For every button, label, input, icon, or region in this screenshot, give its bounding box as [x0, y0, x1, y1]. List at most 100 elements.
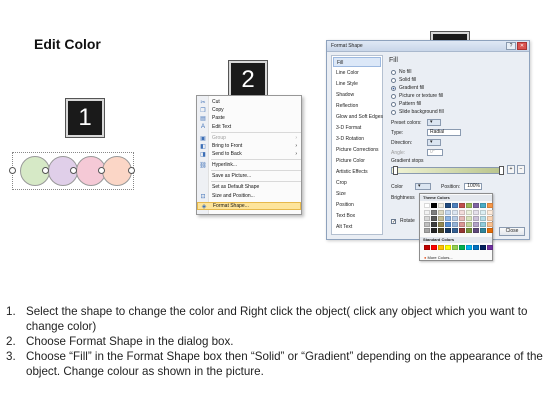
color-swatch[interactable]: [459, 245, 465, 250]
menu-item-size-and-position[interactable]: ⊡ Size and Position...: [197, 192, 301, 200]
color-swatch[interactable]: [466, 222, 472, 227]
more-colors-link[interactable]: ● More Colors...: [424, 255, 453, 260]
color-swatch[interactable]: [466, 210, 472, 215]
color-swatch[interactable]: [445, 203, 451, 208]
nav-item-artistic-effects[interactable]: Artistic Effects: [333, 167, 381, 177]
option-pattern-fill[interactable]: Pattern fill: [391, 101, 421, 107]
menu-item-hyperlink[interactable]: ⛓ Hyperlink...: [197, 161, 301, 169]
color-swatch[interactable]: [459, 210, 465, 215]
color-swatch[interactable]: [459, 222, 465, 227]
gradient-stops-slider[interactable]: [391, 167, 503, 174]
menu-item-send-to-back[interactable]: ◨ Send to Back ›: [197, 150, 301, 158]
position-field[interactable]: 100%: [464, 183, 483, 190]
selected-shapes-group[interactable]: [4, 152, 135, 192]
color-swatch[interactable]: [445, 228, 451, 233]
color-swatch[interactable]: [431, 210, 437, 215]
nav-item-reflection[interactable]: Reflection: [333, 101, 381, 111]
color-swatch[interactable]: [473, 228, 479, 233]
color-picker-button[interactable]: ▾: [415, 183, 431, 190]
color-swatch[interactable]: [452, 216, 458, 221]
selection-handle[interactable]: [128, 167, 135, 174]
color-swatch[interactable]: [438, 245, 444, 250]
color-swatch[interactable]: [473, 216, 479, 221]
color-swatch[interactable]: [466, 216, 472, 221]
color-swatch[interactable]: [424, 222, 430, 227]
color-swatch[interactable]: [473, 222, 479, 227]
color-swatch[interactable]: [480, 222, 486, 227]
option-gradient-fill[interactable]: Gradient fill: [391, 85, 424, 91]
nav-item-3d-rotation[interactable]: 3-D Rotation: [333, 134, 381, 144]
color-swatch[interactable]: [438, 203, 444, 208]
color-swatch[interactable]: [424, 228, 430, 233]
nav-item-position[interactable]: Position: [333, 200, 381, 210]
nav-item-fill[interactable]: Fill: [333, 57, 381, 67]
color-swatch[interactable]: [445, 216, 451, 221]
gradient-stop-handle[interactable]: [393, 166, 398, 175]
color-swatch[interactable]: [487, 245, 493, 250]
angle-field[interactable]: 0°: [427, 149, 443, 156]
rotate-checkbox[interactable]: ✓: [391, 218, 396, 224]
color-swatch[interactable]: [487, 210, 493, 215]
color-swatch[interactable]: [445, 210, 451, 215]
nav-item-size[interactable]: Size: [333, 189, 381, 199]
color-swatch[interactable]: [466, 245, 472, 250]
selection-handle[interactable]: [9, 167, 16, 174]
color-swatch[interactable]: [438, 210, 444, 215]
menu-item-cut[interactable]: ✂ Cut: [197, 98, 301, 106]
nav-item-text-box[interactable]: Text Box: [333, 211, 381, 221]
direction-dropdown[interactable]: ▾: [427, 139, 441, 146]
menu-item-paste[interactable]: ▤ Paste: [197, 114, 301, 122]
menu-item-bring-to-front[interactable]: ◧ Bring to Front ›: [197, 142, 301, 150]
nav-item-glow[interactable]: Glow and Soft Edges: [333, 112, 383, 122]
menu-item-group[interactable]: ▣ Group ›: [197, 134, 301, 142]
color-swatch[interactable]: [480, 245, 486, 250]
close-icon[interactable]: ✕: [517, 42, 527, 50]
type-dropdown[interactable]: Radial: [427, 129, 461, 136]
color-swatch[interactable]: [487, 228, 493, 233]
color-swatch[interactable]: [438, 216, 444, 221]
nav-item-picture-color[interactable]: Picture Color: [333, 156, 381, 166]
color-swatch[interactable]: [473, 245, 479, 250]
close-button[interactable]: Close: [499, 227, 525, 236]
color-swatch[interactable]: [487, 216, 493, 221]
color-swatch[interactable]: [459, 216, 465, 221]
color-swatch[interactable]: [459, 228, 465, 233]
color-swatch[interactable]: [424, 216, 430, 221]
color-swatch[interactable]: [480, 210, 486, 215]
color-swatch[interactable]: [431, 228, 437, 233]
color-swatch[interactable]: [431, 203, 437, 208]
nav-item-alt-text[interactable]: Alt Text: [333, 222, 381, 232]
color-swatch[interactable]: [466, 203, 472, 208]
help-button[interactable]: ?: [506, 42, 516, 50]
nav-item-crop[interactable]: Crop: [333, 178, 381, 188]
color-swatch[interactable]: [452, 245, 458, 250]
color-swatch[interactable]: [452, 203, 458, 208]
menu-item-copy[interactable]: ❐ Copy: [197, 106, 301, 114]
color-swatch[interactable]: [424, 210, 430, 215]
color-swatch[interactable]: [452, 222, 458, 227]
color-swatch[interactable]: [431, 245, 437, 250]
selection-handle[interactable]: [70, 167, 77, 174]
gradient-stop-handle[interactable]: [499, 166, 504, 175]
color-swatch[interactable]: [487, 203, 493, 208]
nav-item-3d-format[interactable]: 3-D Format: [333, 123, 381, 133]
color-swatch[interactable]: [424, 245, 430, 250]
color-swatch[interactable]: [487, 222, 493, 227]
add-stop-button[interactable]: +: [507, 165, 515, 174]
selection-handle[interactable]: [42, 167, 49, 174]
option-slide-bg-fill[interactable]: Slide background fill: [391, 109, 444, 115]
nav-item-line-style[interactable]: Line Style: [333, 79, 381, 89]
preset-colors-dropdown[interactable]: ▾: [427, 119, 441, 126]
option-solid-fill[interactable]: Solid fill: [391, 77, 416, 83]
option-no-fill[interactable]: No fill: [391, 69, 412, 75]
color-swatch[interactable]: [452, 228, 458, 233]
color-swatch[interactable]: [445, 222, 451, 227]
color-swatch[interactable]: [431, 222, 437, 227]
option-picture-fill[interactable]: Picture or texture fill: [391, 93, 443, 99]
color-swatch[interactable]: [459, 203, 465, 208]
remove-stop-button[interactable]: −: [517, 165, 525, 174]
menu-item-save-as-picture[interactable]: Save as Picture...: [197, 172, 301, 180]
color-swatch[interactable]: [438, 228, 444, 233]
color-swatch[interactable]: [424, 203, 430, 208]
menu-item-set-default-shape[interactable]: Set as Default Shape: [197, 183, 301, 191]
